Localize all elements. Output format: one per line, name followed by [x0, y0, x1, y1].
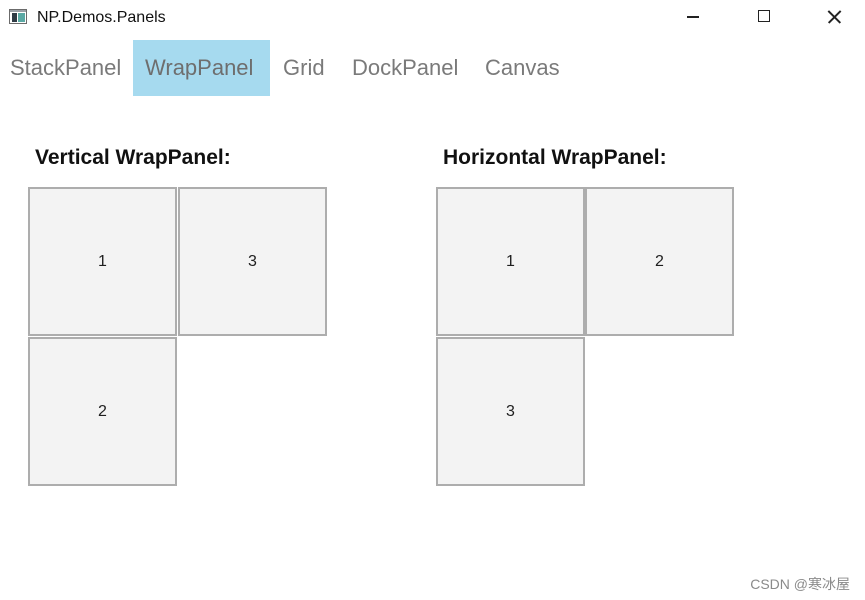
button-label: 1 [98, 252, 107, 270]
button-label: 2 [98, 402, 107, 420]
horizontal-button-3[interactable]: 3 [436, 337, 585, 486]
close-button[interactable] [811, 0, 857, 34]
button-label: 1 [506, 252, 515, 270]
button-label: 2 [655, 252, 664, 270]
minimize-button[interactable] [670, 0, 716, 34]
app-icon[interactable] [9, 9, 27, 24]
tab-stackpanel[interactable]: StackPanel [0, 40, 133, 96]
horizontal-button-1[interactable]: 1 [436, 187, 585, 336]
tab-dockpanel[interactable]: DockPanel [340, 40, 470, 96]
watermark: CSDN @寒冰屋 [750, 576, 850, 592]
vertical-wrappanel-title: Vertical WrapPanel: [35, 146, 231, 169]
button-label: 3 [506, 402, 515, 420]
maximize-icon [758, 10, 770, 22]
horizontal-wrappanel-title: Horizontal WrapPanel: [443, 146, 667, 169]
horizontal-button-2[interactable]: 2 [585, 187, 734, 336]
minimize-icon [687, 16, 699, 18]
window-title: NP.Demos.Panels [37, 9, 166, 26]
button-label: 3 [248, 252, 257, 270]
title-bar[interactable]: NP.Demos.Panels [0, 0, 865, 34]
tab-grid[interactable]: Grid [271, 40, 337, 96]
vertical-button-1[interactable]: 1 [28, 187, 177, 336]
maximize-button[interactable] [741, 0, 787, 34]
tab-canvas[interactable]: Canvas [473, 40, 572, 96]
vertical-button-2[interactable]: 2 [28, 337, 177, 486]
vertical-button-3[interactable]: 3 [178, 187, 327, 336]
tab-wrappanel[interactable]: WrapPanel [133, 40, 270, 96]
